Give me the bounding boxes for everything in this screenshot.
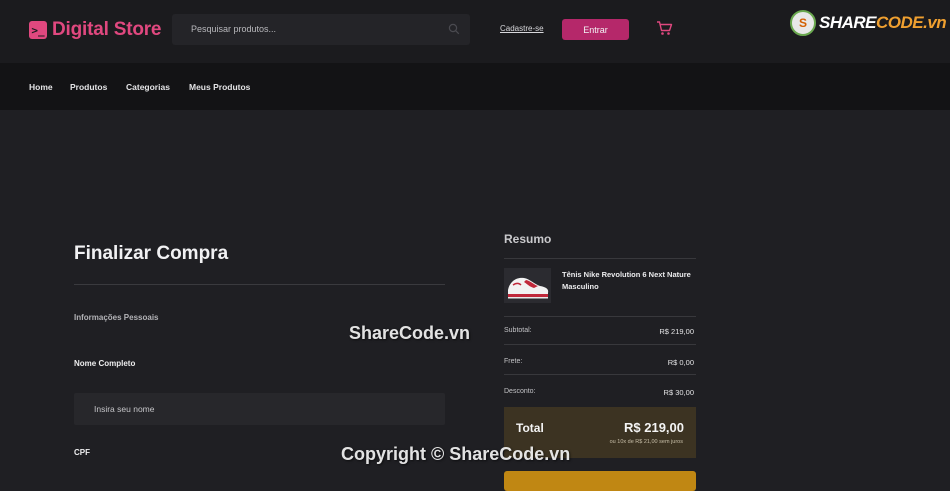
terminal-icon: >_ bbox=[29, 21, 47, 39]
summary-title: Resumo bbox=[504, 232, 552, 246]
search-icon[interactable] bbox=[448, 23, 460, 35]
total-label: Total bbox=[516, 421, 544, 435]
total-value: R$ 219,00 bbox=[624, 420, 684, 435]
discount-value: R$ 30,00 bbox=[663, 388, 694, 397]
installments-note: ou 10x de R$ 21,00 sem juros bbox=[609, 439, 683, 445]
summary-divider bbox=[504, 344, 696, 345]
summary-divider bbox=[504, 316, 696, 317]
search-input[interactable]: Pesquisar produtos... bbox=[191, 24, 276, 34]
discount-label: Desconto: bbox=[504, 388, 536, 395]
watermark-copyright: Copyright © ShareCode.vn bbox=[341, 444, 571, 464]
name-label: Nome Completo bbox=[74, 359, 136, 368]
cpf-label: CPF bbox=[74, 448, 90, 457]
login-button[interactable]: Entrar bbox=[562, 19, 629, 40]
name-field[interactable] bbox=[74, 393, 445, 425]
watermark-center: ShareCode.vn bbox=[349, 323, 471, 343]
nav-item-meus-produtos[interactable]: Meus Produtos bbox=[189, 82, 250, 92]
search-bar[interactable]: Pesquisar produtos... bbox=[172, 14, 470, 45]
product-image bbox=[504, 268, 551, 303]
brand-name: Digital Store bbox=[52, 19, 162, 40]
watermark-logo-text: SHARECODE.vn bbox=[819, 13, 947, 32]
checkout-button[interactable] bbox=[504, 471, 696, 491]
section-personal-info: Informações Pessoais bbox=[74, 313, 159, 322]
nav-item-categorias[interactable]: Categorias bbox=[126, 82, 170, 92]
brand-logo[interactable]: >_ Digital Store bbox=[29, 19, 162, 41]
shipping-label: Frete: bbox=[504, 358, 523, 365]
subtotal-value: R$ 219,00 bbox=[659, 327, 694, 336]
cart-icon[interactable] bbox=[656, 20, 673, 36]
subtotal-label: Subtotal: bbox=[504, 327, 532, 334]
signup-link[interactable]: Cadastre-se bbox=[500, 24, 544, 33]
nav-item-produtos[interactable]: Produtos bbox=[70, 82, 107, 92]
summary-divider bbox=[504, 258, 696, 259]
shipping-value: R$ 0,00 bbox=[667, 358, 694, 367]
summary-divider bbox=[504, 374, 696, 375]
nav-item-home[interactable]: Home bbox=[29, 82, 53, 92]
title-divider bbox=[74, 284, 445, 285]
watermark-emblem-icon: S bbox=[790, 10, 816, 36]
top-header: >_ Digital Store Pesquisar produtos... C… bbox=[0, 0, 950, 63]
watermark-logo: S SHARECODE.vn bbox=[790, 10, 947, 36]
main-nav: Home Produtos Categorias Meus Produtos bbox=[0, 63, 950, 110]
product-name: Tênis Nike Revolution 6 Next Nature Masc… bbox=[562, 270, 691, 291]
page-title: Finalizar Compra bbox=[74, 243, 229, 264]
sneaker-icon bbox=[504, 268, 551, 303]
